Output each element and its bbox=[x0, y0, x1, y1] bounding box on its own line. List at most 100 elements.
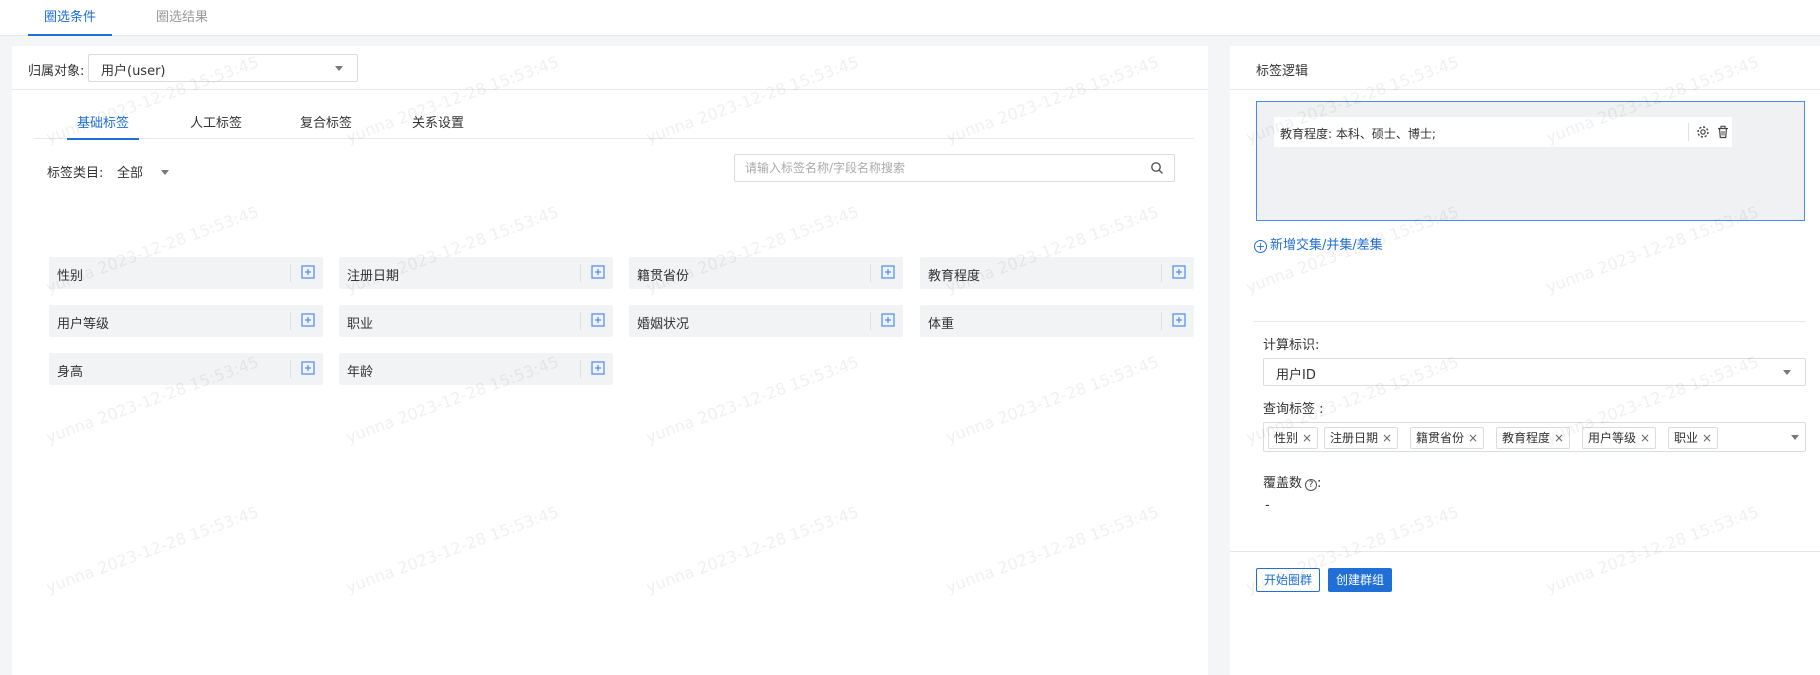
owner-select[interactable]: 用户(user) bbox=[88, 54, 358, 82]
add-set-operation-link[interactable]: + 新增交集/并集/差集 bbox=[1254, 234, 1383, 253]
divider bbox=[870, 264, 871, 282]
add-set-operation-label: 新增交集/并集/差集 bbox=[1270, 238, 1383, 253]
add-tag-icon[interactable] bbox=[591, 313, 605, 327]
add-tag-icon[interactable] bbox=[591, 361, 605, 375]
add-tag-icon[interactable] bbox=[881, 313, 895, 327]
tab-manual-tags[interactable]: 人工标签 bbox=[190, 112, 242, 131]
query-tag-chip: 注册日期 × bbox=[1324, 427, 1399, 449]
divider bbox=[1161, 264, 1162, 282]
tag-name: 用户等级 bbox=[57, 317, 110, 332]
tag-search-input[interactable] bbox=[745, 159, 1135, 177]
chip-label: 用户等级 bbox=[1588, 431, 1637, 445]
category-select[interactable]: 全部 bbox=[117, 162, 170, 181]
query-tag-chip: 职业 × bbox=[1668, 427, 1719, 449]
calc-id-select[interactable]: 用户ID bbox=[1263, 358, 1806, 386]
category-select-value: 全部 bbox=[117, 166, 144, 181]
tag-name: 职业 bbox=[347, 317, 374, 332]
tag-name: 身高 bbox=[57, 365, 84, 380]
tag-card-education[interactable]: 教育程度 bbox=[920, 257, 1194, 289]
calc-id-value: 用户ID bbox=[1276, 368, 1316, 383]
chip-label: 职业 bbox=[1674, 431, 1699, 445]
divider bbox=[1254, 321, 1806, 322]
owner-select-value: 用户(user) bbox=[101, 64, 166, 79]
tab-relation-settings[interactable]: 关系设置 bbox=[412, 112, 464, 131]
tab-filter-results[interactable]: 圈选结果 bbox=[156, 0, 208, 36]
help-icon[interactable]: ? bbox=[1305, 479, 1318, 491]
tag-name: 体重 bbox=[928, 317, 955, 332]
divider bbox=[580, 264, 581, 282]
tag-card-age[interactable]: 年龄 bbox=[339, 353, 613, 385]
tag-name: 年龄 bbox=[347, 365, 374, 380]
tag-card-user-level[interactable]: 用户等级 bbox=[49, 305, 323, 337]
chip-label: 注册日期 bbox=[1330, 431, 1379, 445]
logic-drop-zone[interactable]: 教育程度: 本科、硕士、博士; bbox=[1256, 101, 1805, 221]
tab-filter-conditions[interactable]: 圈选条件 bbox=[27, 0, 113, 36]
divider bbox=[1161, 312, 1162, 330]
chip-label: 性别 bbox=[1274, 431, 1299, 445]
divider bbox=[580, 360, 581, 378]
chip-label: 教育程度 bbox=[1502, 431, 1551, 445]
divider bbox=[290, 312, 291, 330]
tag-library-panel: 归属对象: 用户(user) 基础标签 人工标签 复合标签 关系设置 标签类目:… bbox=[12, 46, 1208, 675]
logic-title: 标签逻辑 bbox=[1256, 64, 1309, 79]
close-icon[interactable]: × bbox=[1702, 431, 1712, 445]
tag-card-height[interactable]: 身高 bbox=[49, 353, 323, 385]
add-tag-icon[interactable] bbox=[1172, 265, 1186, 279]
create-group-button[interactable]: 创建群组 bbox=[1328, 568, 1393, 592]
close-icon[interactable]: × bbox=[1382, 431, 1392, 445]
tag-card-gender[interactable]: 性别 bbox=[49, 257, 323, 289]
tag-name: 教育程度 bbox=[928, 269, 981, 284]
tag-name: 性别 bbox=[57, 269, 84, 284]
gear-icon[interactable] bbox=[1696, 125, 1710, 139]
query-tag-chip: 用户等级 × bbox=[1582, 427, 1657, 449]
divider bbox=[1688, 123, 1689, 141]
tag-type-tabs: 基础标签 人工标签 复合标签 关系设置 bbox=[34, 106, 1194, 140]
trash-icon[interactable] bbox=[1716, 125, 1730, 139]
logic-title-row: 标签逻辑 bbox=[1230, 46, 1820, 90]
divider bbox=[1230, 551, 1820, 552]
close-icon[interactable]: × bbox=[1640, 431, 1650, 445]
chip-label: 籍贯省份 bbox=[1416, 431, 1465, 445]
add-tag-icon[interactable] bbox=[301, 313, 315, 327]
add-tag-icon[interactable] bbox=[591, 265, 605, 279]
coverage-value: - bbox=[1265, 498, 1270, 513]
start-segment-button[interactable]: 开始圈群 bbox=[1256, 568, 1321, 592]
logic-condition-item[interactable]: 教育程度: 本科、硕士、博士; bbox=[1274, 117, 1732, 147]
divider bbox=[290, 360, 291, 378]
tag-card-register-date[interactable]: 注册日期 bbox=[339, 257, 613, 289]
tab-basic-tags[interactable]: 基础标签 bbox=[66, 112, 140, 140]
owner-label: 归属对象: bbox=[28, 64, 85, 79]
tab-composite-tags[interactable]: 复合标签 bbox=[300, 112, 352, 131]
divider bbox=[290, 264, 291, 282]
tag-name: 注册日期 bbox=[347, 269, 400, 284]
tag-card-weight[interactable]: 体重 bbox=[920, 305, 1194, 337]
chevron-down-icon bbox=[335, 66, 343, 71]
query-tag-chip: 教育程度 × bbox=[1496, 427, 1571, 449]
tag-search-box bbox=[734, 154, 1175, 182]
close-icon[interactable]: × bbox=[1302, 431, 1312, 445]
close-icon[interactable]: × bbox=[1554, 431, 1564, 445]
query-tags-select[interactable]: 性别 × 注册日期 × 籍贯省份 × 教育程度 × 用户等级 × 职业 × bbox=[1263, 422, 1806, 452]
calc-id-label: 计算标识: bbox=[1263, 338, 1320, 353]
search-icon[interactable] bbox=[1150, 161, 1164, 175]
top-tab-bar: 圈选条件 圈选结果 bbox=[0, 0, 1820, 36]
tag-card-marital-status[interactable]: 婚姻状况 bbox=[629, 305, 903, 337]
query-tags-label: 查询标签 : bbox=[1263, 402, 1324, 417]
close-icon[interactable]: × bbox=[1468, 431, 1478, 445]
tag-grid: 性别 注册日期 籍贯省份 教育程度 用户等级 职业 婚姻状况 体重 身高 年龄 bbox=[36, 208, 1196, 385]
tag-logic-panel: 标签逻辑 教育程度: 本科、硕士、博士; + 新增交集/并集/差集 计算标识: 用… bbox=[1230, 46, 1820, 675]
tag-name: 籍贯省份 bbox=[637, 269, 690, 284]
divider bbox=[870, 312, 871, 330]
query-tag-chip: 籍贯省份 × bbox=[1410, 427, 1485, 449]
add-tag-icon[interactable] bbox=[301, 361, 315, 375]
add-tag-icon[interactable] bbox=[301, 265, 315, 279]
divider bbox=[580, 312, 581, 330]
chevron-down-icon bbox=[1791, 435, 1799, 440]
add-tag-icon[interactable] bbox=[881, 265, 895, 279]
chevron-down-icon bbox=[161, 170, 170, 175]
query-tag-chip: 性别 × bbox=[1268, 427, 1319, 449]
tag-card-occupation[interactable]: 职业 bbox=[339, 305, 613, 337]
add-tag-icon[interactable] bbox=[1172, 313, 1186, 327]
tag-card-native-province[interactable]: 籍贯省份 bbox=[629, 257, 903, 289]
category-label: 标签类目: bbox=[47, 166, 104, 181]
